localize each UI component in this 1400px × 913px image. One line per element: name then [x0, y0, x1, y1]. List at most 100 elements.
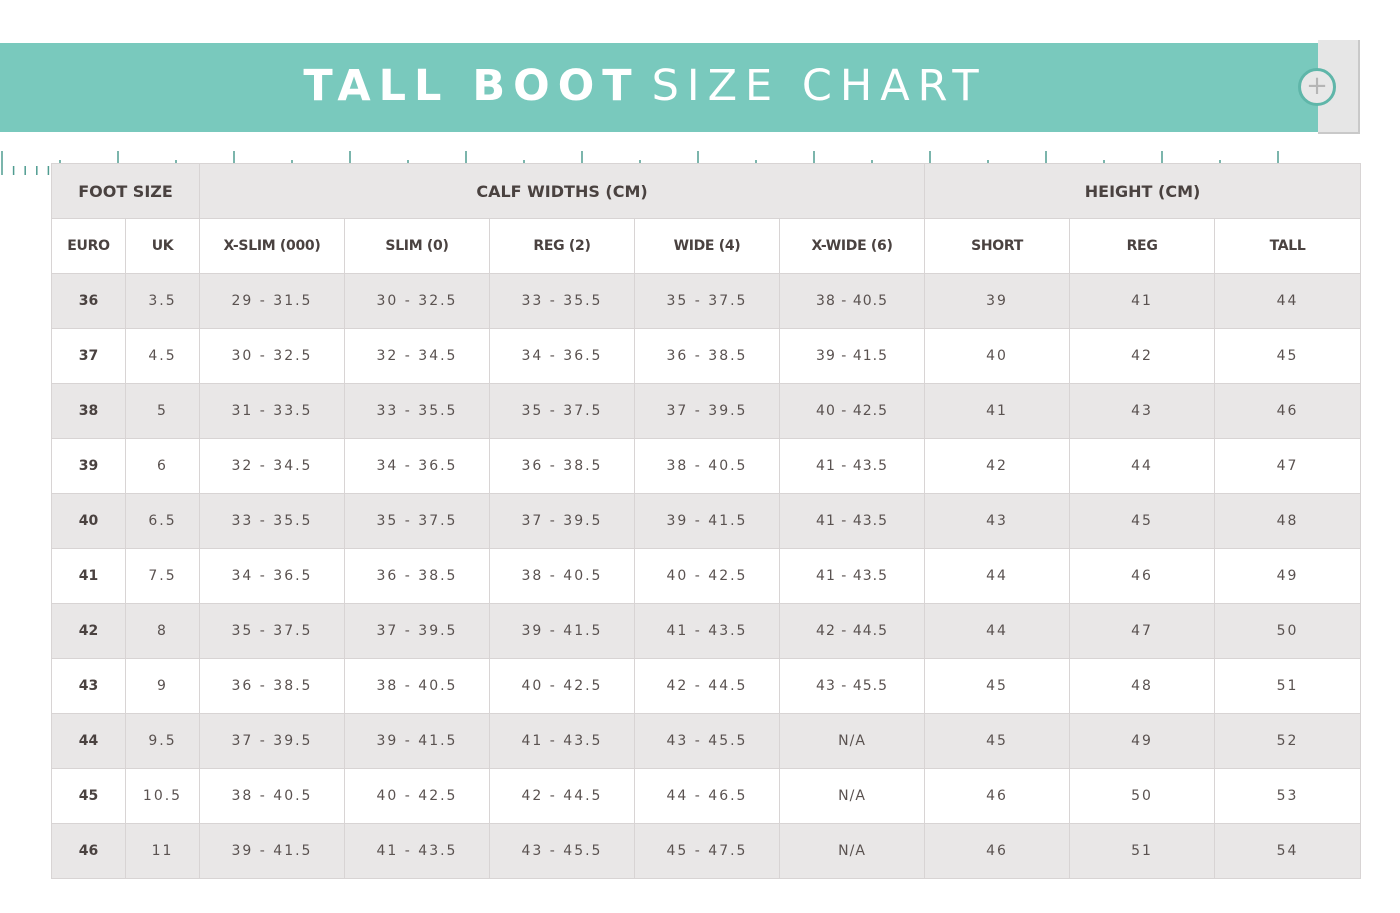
cell-short: 40 — [924, 328, 1071, 384]
cell-short: 44 — [924, 548, 1071, 604]
table-row: 41 7.5 34 - 36.5 36 - 38.5 38 - 40.5 40 … — [51, 548, 1362, 604]
cell-x-slim: 31 - 33.5 — [199, 383, 345, 439]
cell-reg-height: 43 — [1069, 383, 1216, 439]
cell-x-slim: 32 - 34.5 — [199, 438, 345, 494]
cell-x-wide: N/A — [778, 713, 926, 769]
cell-short: 39 — [924, 273, 1071, 329]
col-short: SHORT — [924, 218, 1071, 274]
cell-x-slim: 29 - 31.5 — [199, 273, 345, 329]
col-euro: EURO — [51, 218, 126, 274]
cell-uk: 4.5 — [125, 328, 200, 384]
cell-x-slim: 33 - 35.5 — [199, 493, 345, 549]
cell-uk: 6 — [125, 438, 200, 494]
cell-euro: 45 — [51, 768, 126, 824]
header-height: HEIGHT (CM) — [924, 163, 1362, 219]
cell-euro: 38 — [51, 383, 126, 439]
title-light-text: SIZE CHART — [651, 61, 987, 111]
cell-reg-height: 49 — [1069, 713, 1216, 769]
table-row: 40 6.5 33 - 35.5 35 - 37.5 37 - 39.5 39 … — [51, 493, 1362, 549]
cell-tall: 45 — [1214, 328, 1362, 384]
cell-tall: 44 — [1214, 273, 1362, 329]
cell-x-wide: 41 - 43.5 — [778, 438, 926, 494]
title-banner: TALL BOOT SIZE CHART — [0, 43, 1318, 175]
table-row: 36 3.5 29 - 31.5 30 - 32.5 33 - 35.5 35 … — [51, 273, 1362, 329]
table-row: 42 8 35 - 37.5 37 - 39.5 39 - 41.5 41 - … — [51, 603, 1362, 659]
cell-slim: 36 - 38.5 — [344, 548, 490, 604]
cell-reg-calf: 38 - 40.5 — [489, 548, 635, 604]
col-x-slim: X-SLIM (000) — [199, 218, 345, 274]
cell-reg-height: 51 — [1069, 823, 1216, 879]
cell-reg-height: 50 — [1069, 768, 1216, 824]
cell-short: 44 — [924, 603, 1071, 659]
cell-x-wide: 41 - 43.5 — [778, 548, 926, 604]
cell-reg-calf: 35 - 37.5 — [489, 383, 635, 439]
cell-slim: 41 - 43.5 — [344, 823, 490, 879]
cell-wide: 35 - 37.5 — [634, 273, 780, 329]
cell-reg-height: 44 — [1069, 438, 1216, 494]
group-header-row: FOOT SIZE CALF WIDTHS (CM) HEIGHT (CM) — [51, 163, 1362, 219]
col-wide: WIDE (4) — [634, 218, 780, 274]
cell-slim: 32 - 34.5 — [344, 328, 490, 384]
cell-reg-calf: 43 - 45.5 — [489, 823, 635, 879]
table-row: 39 6 32 - 34.5 34 - 36.5 36 - 38.5 38 - … — [51, 438, 1362, 494]
cell-wide: 41 - 43.5 — [634, 603, 780, 659]
cell-short: 41 — [924, 383, 1071, 439]
col-slim: SLIM (0) — [344, 218, 490, 274]
cell-euro: 44 — [51, 713, 126, 769]
cell-tall: 52 — [1214, 713, 1362, 769]
cell-tall: 49 — [1214, 548, 1362, 604]
cell-reg-height: 48 — [1069, 658, 1216, 714]
cell-wide: 42 - 44.5 — [634, 658, 780, 714]
cell-short: 45 — [924, 658, 1071, 714]
cell-wide: 44 - 46.5 — [634, 768, 780, 824]
cell-x-slim: 38 - 40.5 — [199, 768, 345, 824]
cell-wide: 43 - 45.5 — [634, 713, 780, 769]
cell-euro: 37 — [51, 328, 126, 384]
cell-slim: 33 - 35.5 — [344, 383, 490, 439]
header-foot-size: FOOT SIZE — [51, 163, 200, 219]
cell-tall: 46 — [1214, 383, 1362, 439]
cell-reg-height: 46 — [1069, 548, 1216, 604]
cell-x-wide: 43 - 45.5 — [778, 658, 926, 714]
table-row: 43 9 36 - 38.5 38 - 40.5 40 - 42.5 42 - … — [51, 658, 1362, 714]
cell-x-wide: 38 - 40.5 — [778, 273, 926, 329]
cell-uk: 9 — [125, 658, 200, 714]
cell-slim: 34 - 36.5 — [344, 438, 490, 494]
cell-uk: 8 — [125, 603, 200, 659]
cell-x-wide: 41 - 43.5 — [778, 493, 926, 549]
header-calf-widths: CALF WIDTHS (CM) — [198, 163, 926, 219]
page-title: TALL BOOT SIZE CHART — [0, 59, 1290, 113]
cell-short: 43 — [924, 493, 1071, 549]
cell-reg-height: 41 — [1069, 273, 1216, 329]
cell-x-wide: 40 - 42.5 — [778, 383, 926, 439]
cell-reg-calf: 34 - 36.5 — [489, 328, 635, 384]
cell-x-wide: N/A — [778, 823, 926, 879]
cell-x-wide: 42 - 44.5 — [778, 603, 926, 659]
cell-reg-calf: 41 - 43.5 — [489, 713, 635, 769]
cell-slim: 39 - 41.5 — [344, 713, 490, 769]
cell-tall: 53 — [1214, 768, 1362, 824]
cell-euro: 43 — [51, 658, 126, 714]
cell-x-slim: 34 - 36.5 — [199, 548, 345, 604]
cell-reg-calf: 36 - 38.5 — [489, 438, 635, 494]
cell-tall: 54 — [1214, 823, 1362, 879]
cell-euro: 46 — [51, 823, 126, 879]
cell-reg-calf: 33 - 35.5 — [489, 273, 635, 329]
cell-uk: 3.5 — [125, 273, 200, 329]
col-uk: UK — [125, 218, 200, 274]
cell-wide: 45 - 47.5 — [634, 823, 780, 879]
cell-tall: 50 — [1214, 603, 1362, 659]
cell-euro: 42 — [51, 603, 126, 659]
cell-x-wide: N/A — [778, 768, 926, 824]
cell-tall: 47 — [1214, 438, 1362, 494]
col-x-wide: X-WIDE (6) — [778, 218, 926, 274]
table-row: 45 10.5 38 - 40.5 40 - 42.5 42 - 44.5 44… — [51, 768, 1362, 824]
cell-euro: 40 — [51, 493, 126, 549]
cell-euro: 41 — [51, 548, 126, 604]
cell-short: 45 — [924, 713, 1071, 769]
cell-slim: 35 - 37.5 — [344, 493, 490, 549]
table-row: 46 11 39 - 41.5 41 - 43.5 43 - 45.5 45 -… — [51, 823, 1362, 879]
cell-tall: 48 — [1214, 493, 1362, 549]
cell-slim: 38 - 40.5 — [344, 658, 490, 714]
cell-short: 46 — [924, 768, 1071, 824]
